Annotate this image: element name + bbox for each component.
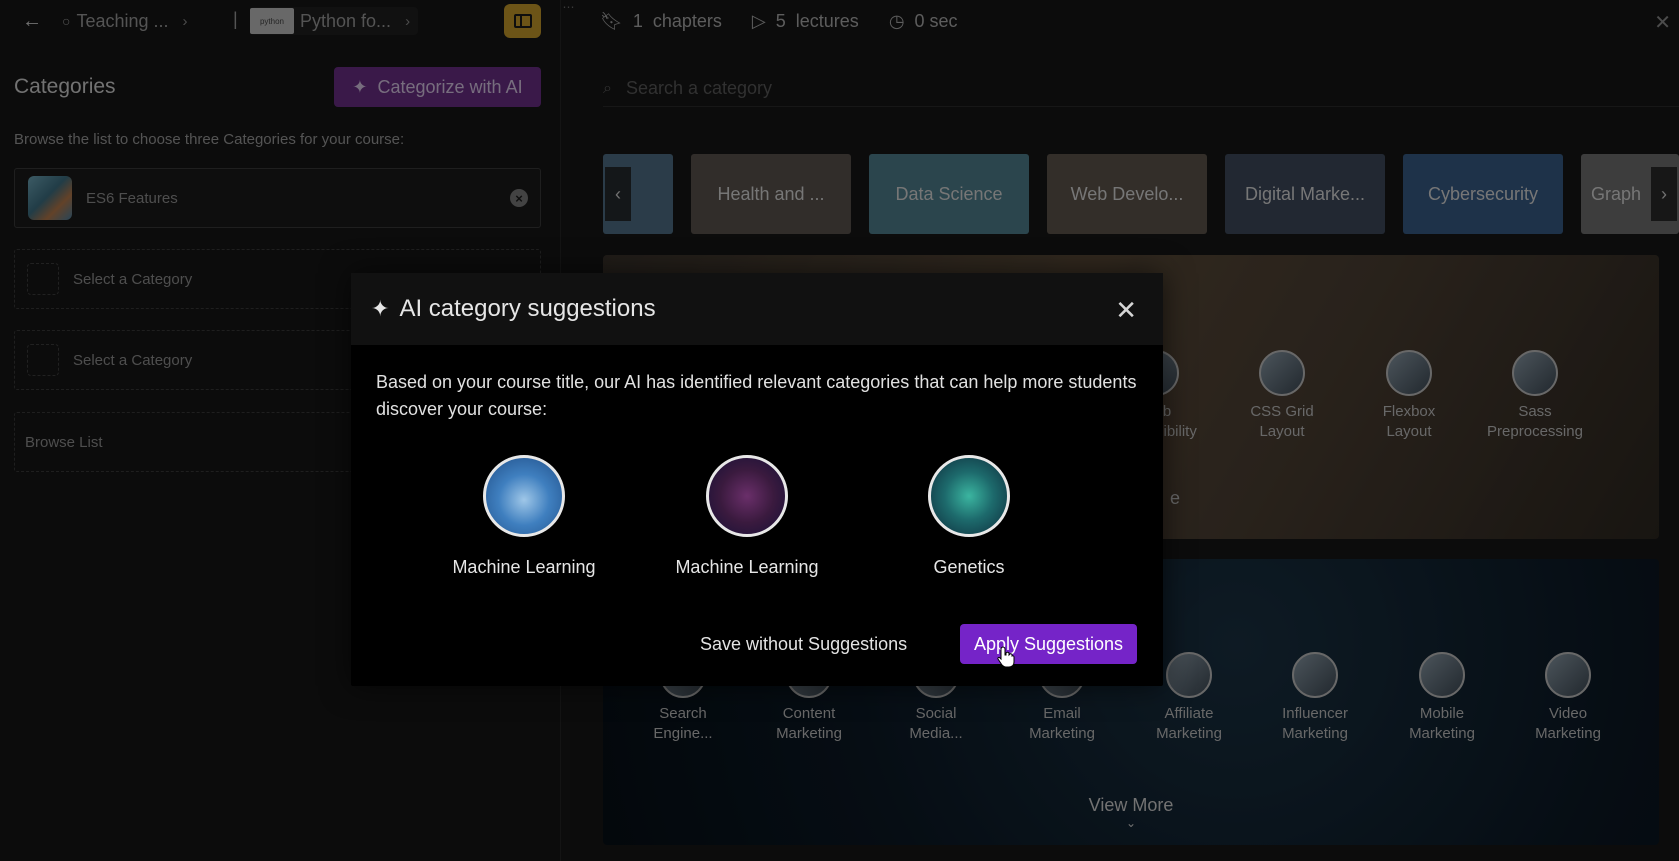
- suggestion-image: [706, 455, 788, 537]
- suggestion-label: Machine Learning: [675, 557, 819, 577]
- save-without-suggestions-button[interactable]: Save without Suggestions: [700, 624, 907, 664]
- modal-header: ✦ AI category suggestions ✕: [351, 273, 1163, 345]
- apply-suggestions-button[interactable]: Apply Suggestions: [960, 624, 1137, 664]
- modal-title: AI category suggestions: [399, 295, 656, 322]
- modal-description: Based on your course title, our AI has i…: [376, 372, 1137, 419]
- app: ← ○ Teaching ... › | python Python fo...…: [0, 0, 1679, 861]
- ai-suggestions-modal: ✦ AI category suggestions ✕ Based on you…: [351, 273, 1163, 686]
- modal-close-icon[interactable]: ✕: [1115, 295, 1137, 326]
- hand-cursor-icon: [997, 646, 1015, 668]
- suggestion-item[interactable]: Genetics: [879, 455, 1059, 578]
- sparkle-icon: ✦: [371, 296, 390, 321]
- suggestion-image: [483, 455, 565, 537]
- suggestion-label: Machine Learning: [452, 557, 596, 577]
- suggestion-image: [928, 455, 1010, 537]
- suggestion-item[interactable]: Machine Learning: [434, 455, 614, 578]
- suggestion-label: Genetics: [933, 557, 1005, 577]
- suggestion-item[interactable]: Machine Learning: [657, 455, 837, 578]
